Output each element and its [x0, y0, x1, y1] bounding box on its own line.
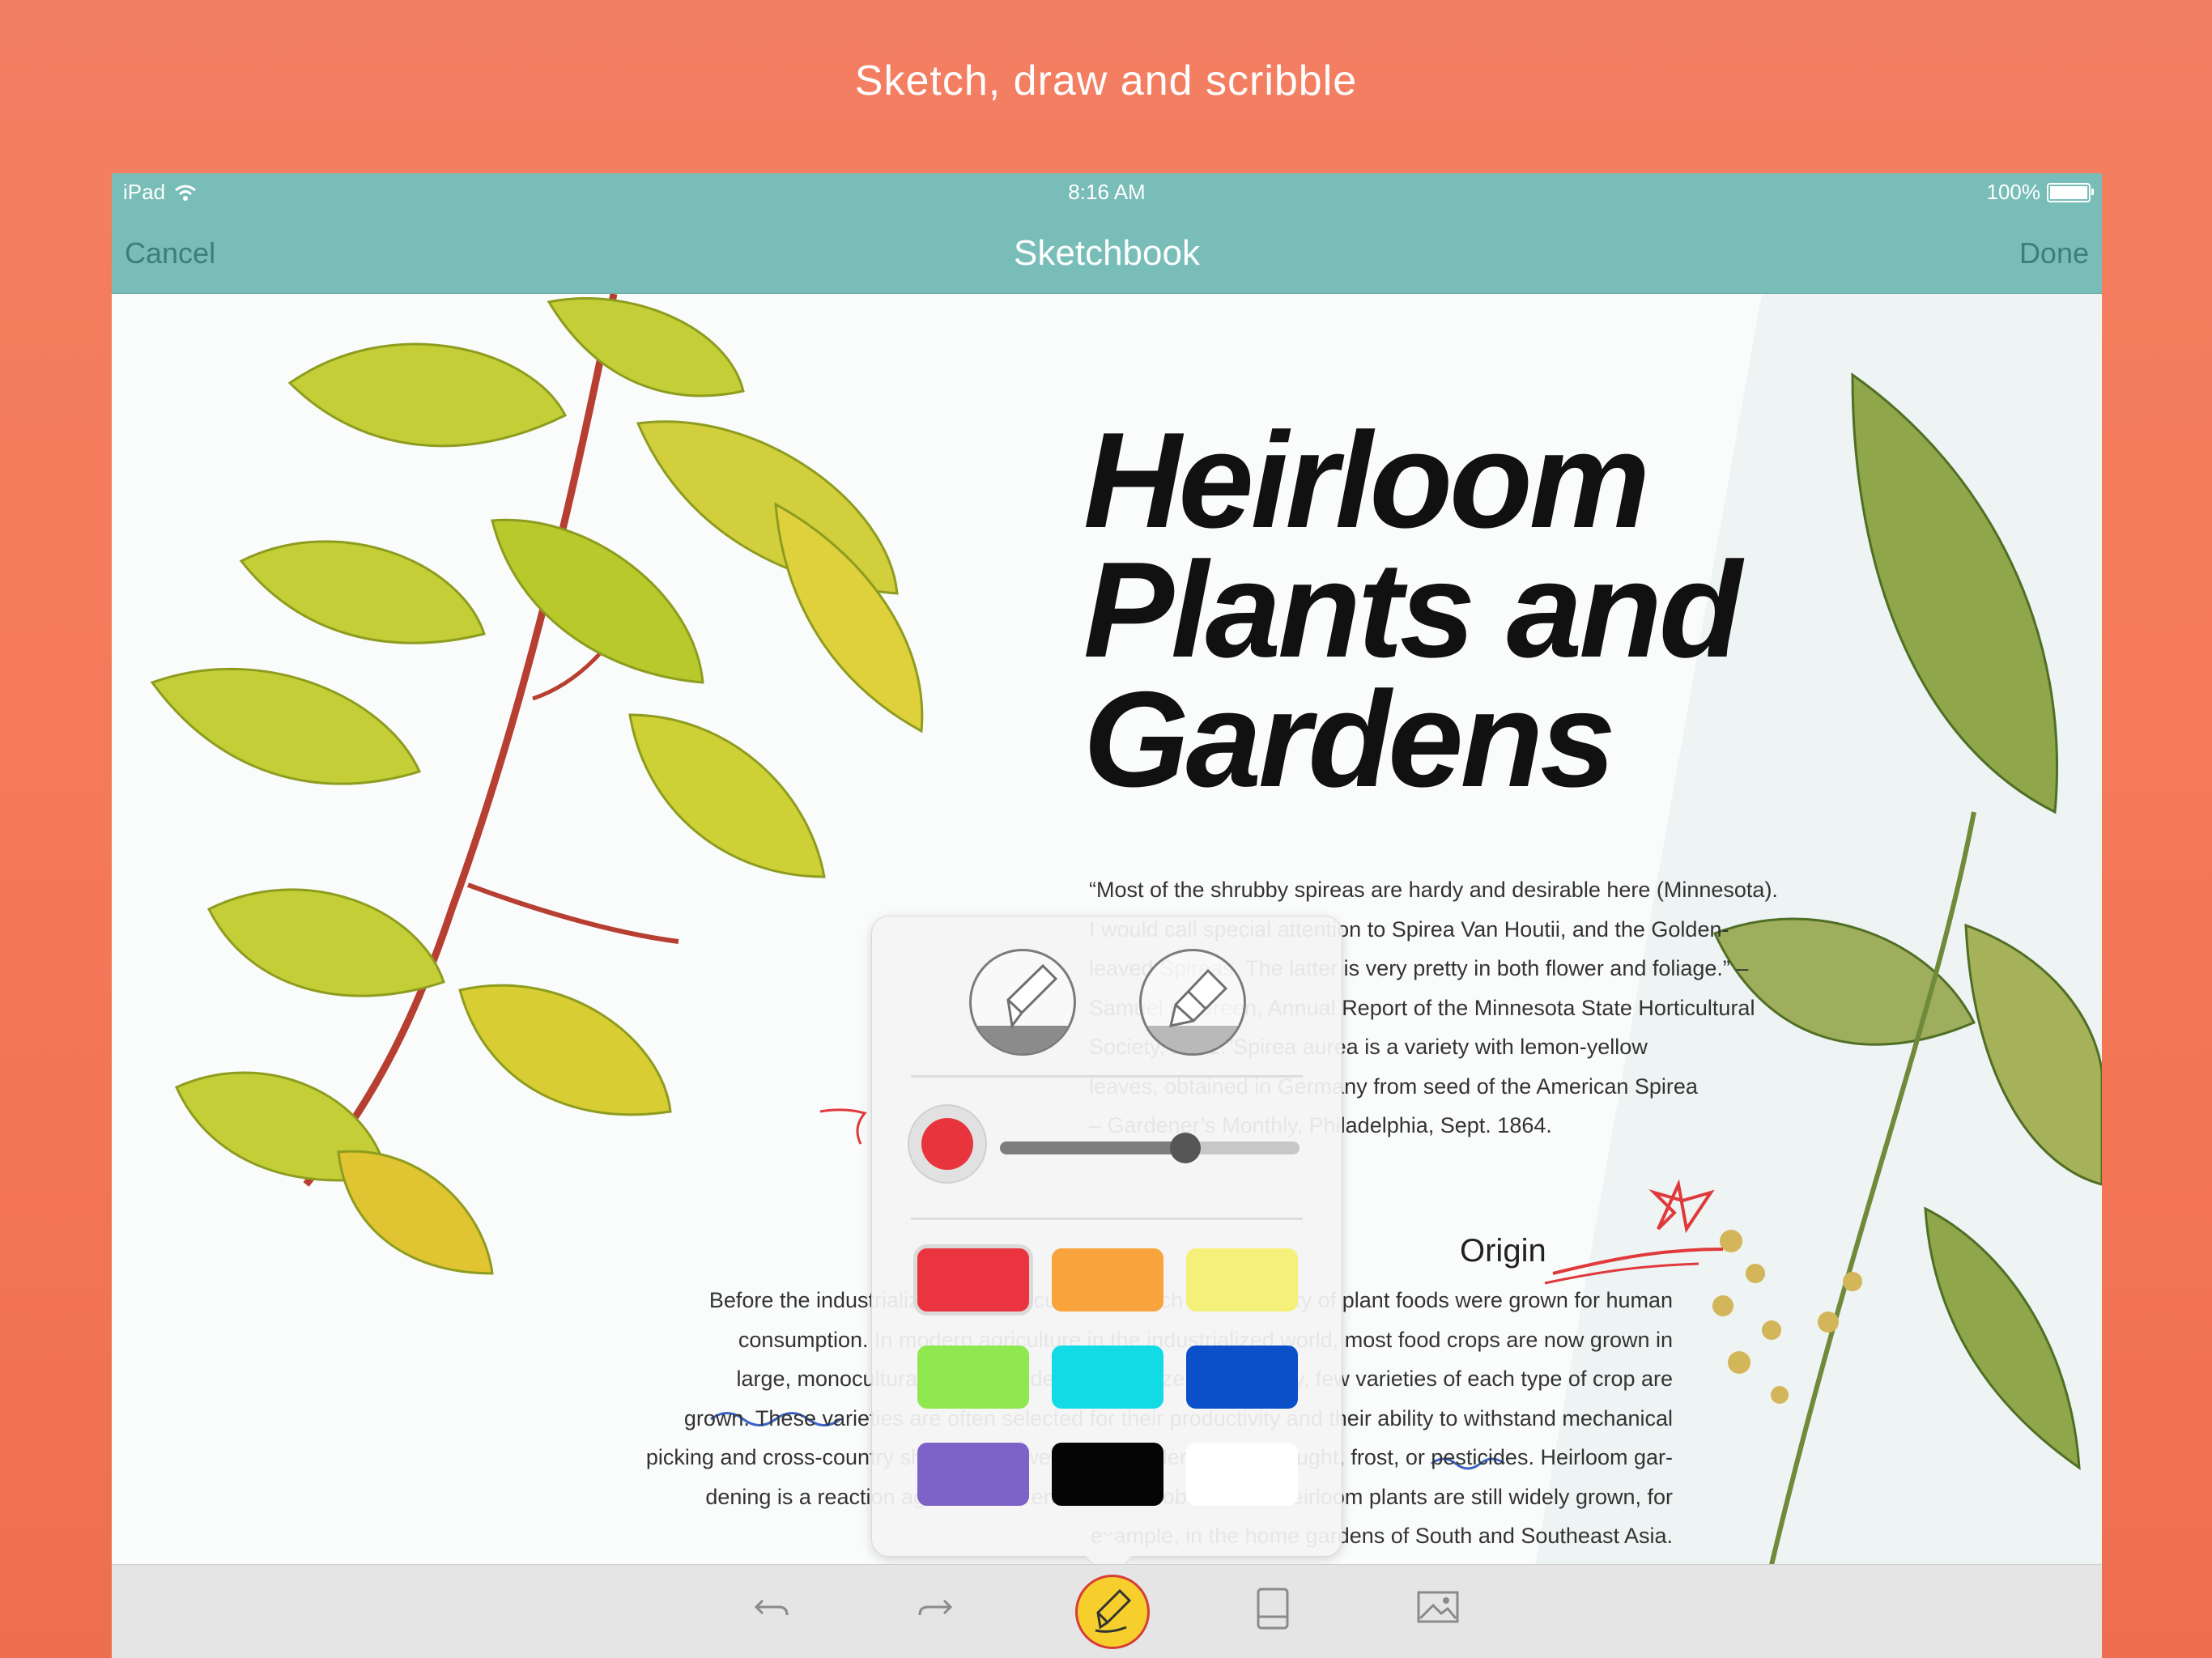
marker-tool-icon [1142, 968, 1244, 1053]
pen-tool-button[interactable] [969, 949, 1076, 1056]
headline-line-2: Plants and [1083, 534, 1742, 686]
color-swatch-white[interactable] [1186, 1443, 1298, 1506]
battery-percent: 100% [1986, 180, 2041, 204]
redo-icon[interactable] [913, 1586, 955, 1628]
promo-caption: Sketch, draw and scribble [854, 57, 1358, 104]
navigation-bar: Cancel Sketchbook Done [112, 212, 2102, 294]
marker-tool-button[interactable] [1139, 949, 1246, 1056]
pen-tool-icon [972, 963, 1074, 1053]
status-time: 8:16 AM [1068, 180, 1146, 204]
slider-thumb[interactable] [1170, 1133, 1202, 1163]
undo-icon[interactable] [751, 1586, 793, 1628]
color-swatch-orange[interactable] [1052, 1248, 1163, 1312]
section-heading-origin: Origin [1460, 1233, 1546, 1269]
done-button[interactable]: Done [2019, 236, 2089, 270]
quote-line: “Most of the shrubby spireas are hardy a… [1089, 878, 1778, 902]
status-bar: iPad 8:16 AM 100% [112, 173, 2102, 212]
popover-divider [911, 1218, 1303, 1220]
popover-divider [911, 1075, 1303, 1078]
headline-line-1: Heirloom [1083, 404, 1650, 556]
current-color-dot [921, 1118, 973, 1170]
color-swatch-red[interactable] [917, 1248, 1029, 1312]
stroke-size-slider[interactable] [1000, 1133, 1300, 1163]
article-headline: Heirloom Plants and Gardens [1083, 404, 1812, 815]
image-icon[interactable] [1415, 1586, 1461, 1628]
headline-line-3: Gardens [1083, 663, 1616, 815]
bottom-toolbar [112, 1564, 2102, 1658]
sketch-button[interactable] [1075, 1575, 1150, 1649]
color-swatch-cyan[interactable] [1052, 1346, 1163, 1409]
status-right: 100% [1986, 180, 2094, 205]
drawing-tools-popover [871, 916, 1342, 1557]
color-swatch-purple[interactable] [917, 1443, 1029, 1506]
page-title: Sketchbook [1014, 233, 1200, 273]
color-swatch-black[interactable] [1052, 1443, 1163, 1506]
battery-icon [2047, 182, 2094, 202]
color-swatch-yellow[interactable] [1186, 1248, 1298, 1312]
sketch-canvas[interactable]: Heirloom Plants and Gardens “Most of the… [112, 294, 2102, 1565]
color-swatch-green[interactable] [917, 1346, 1029, 1409]
page-icon[interactable] [1255, 1586, 1291, 1631]
color-swatch-blue[interactable] [1186, 1346, 1298, 1409]
ipad-screen: iPad 8:16 AM 100% Cancel Sketchbook Done [112, 173, 2102, 1658]
sketch-pen-icon [1095, 1588, 1132, 1633]
current-color-indicator [908, 1104, 987, 1184]
